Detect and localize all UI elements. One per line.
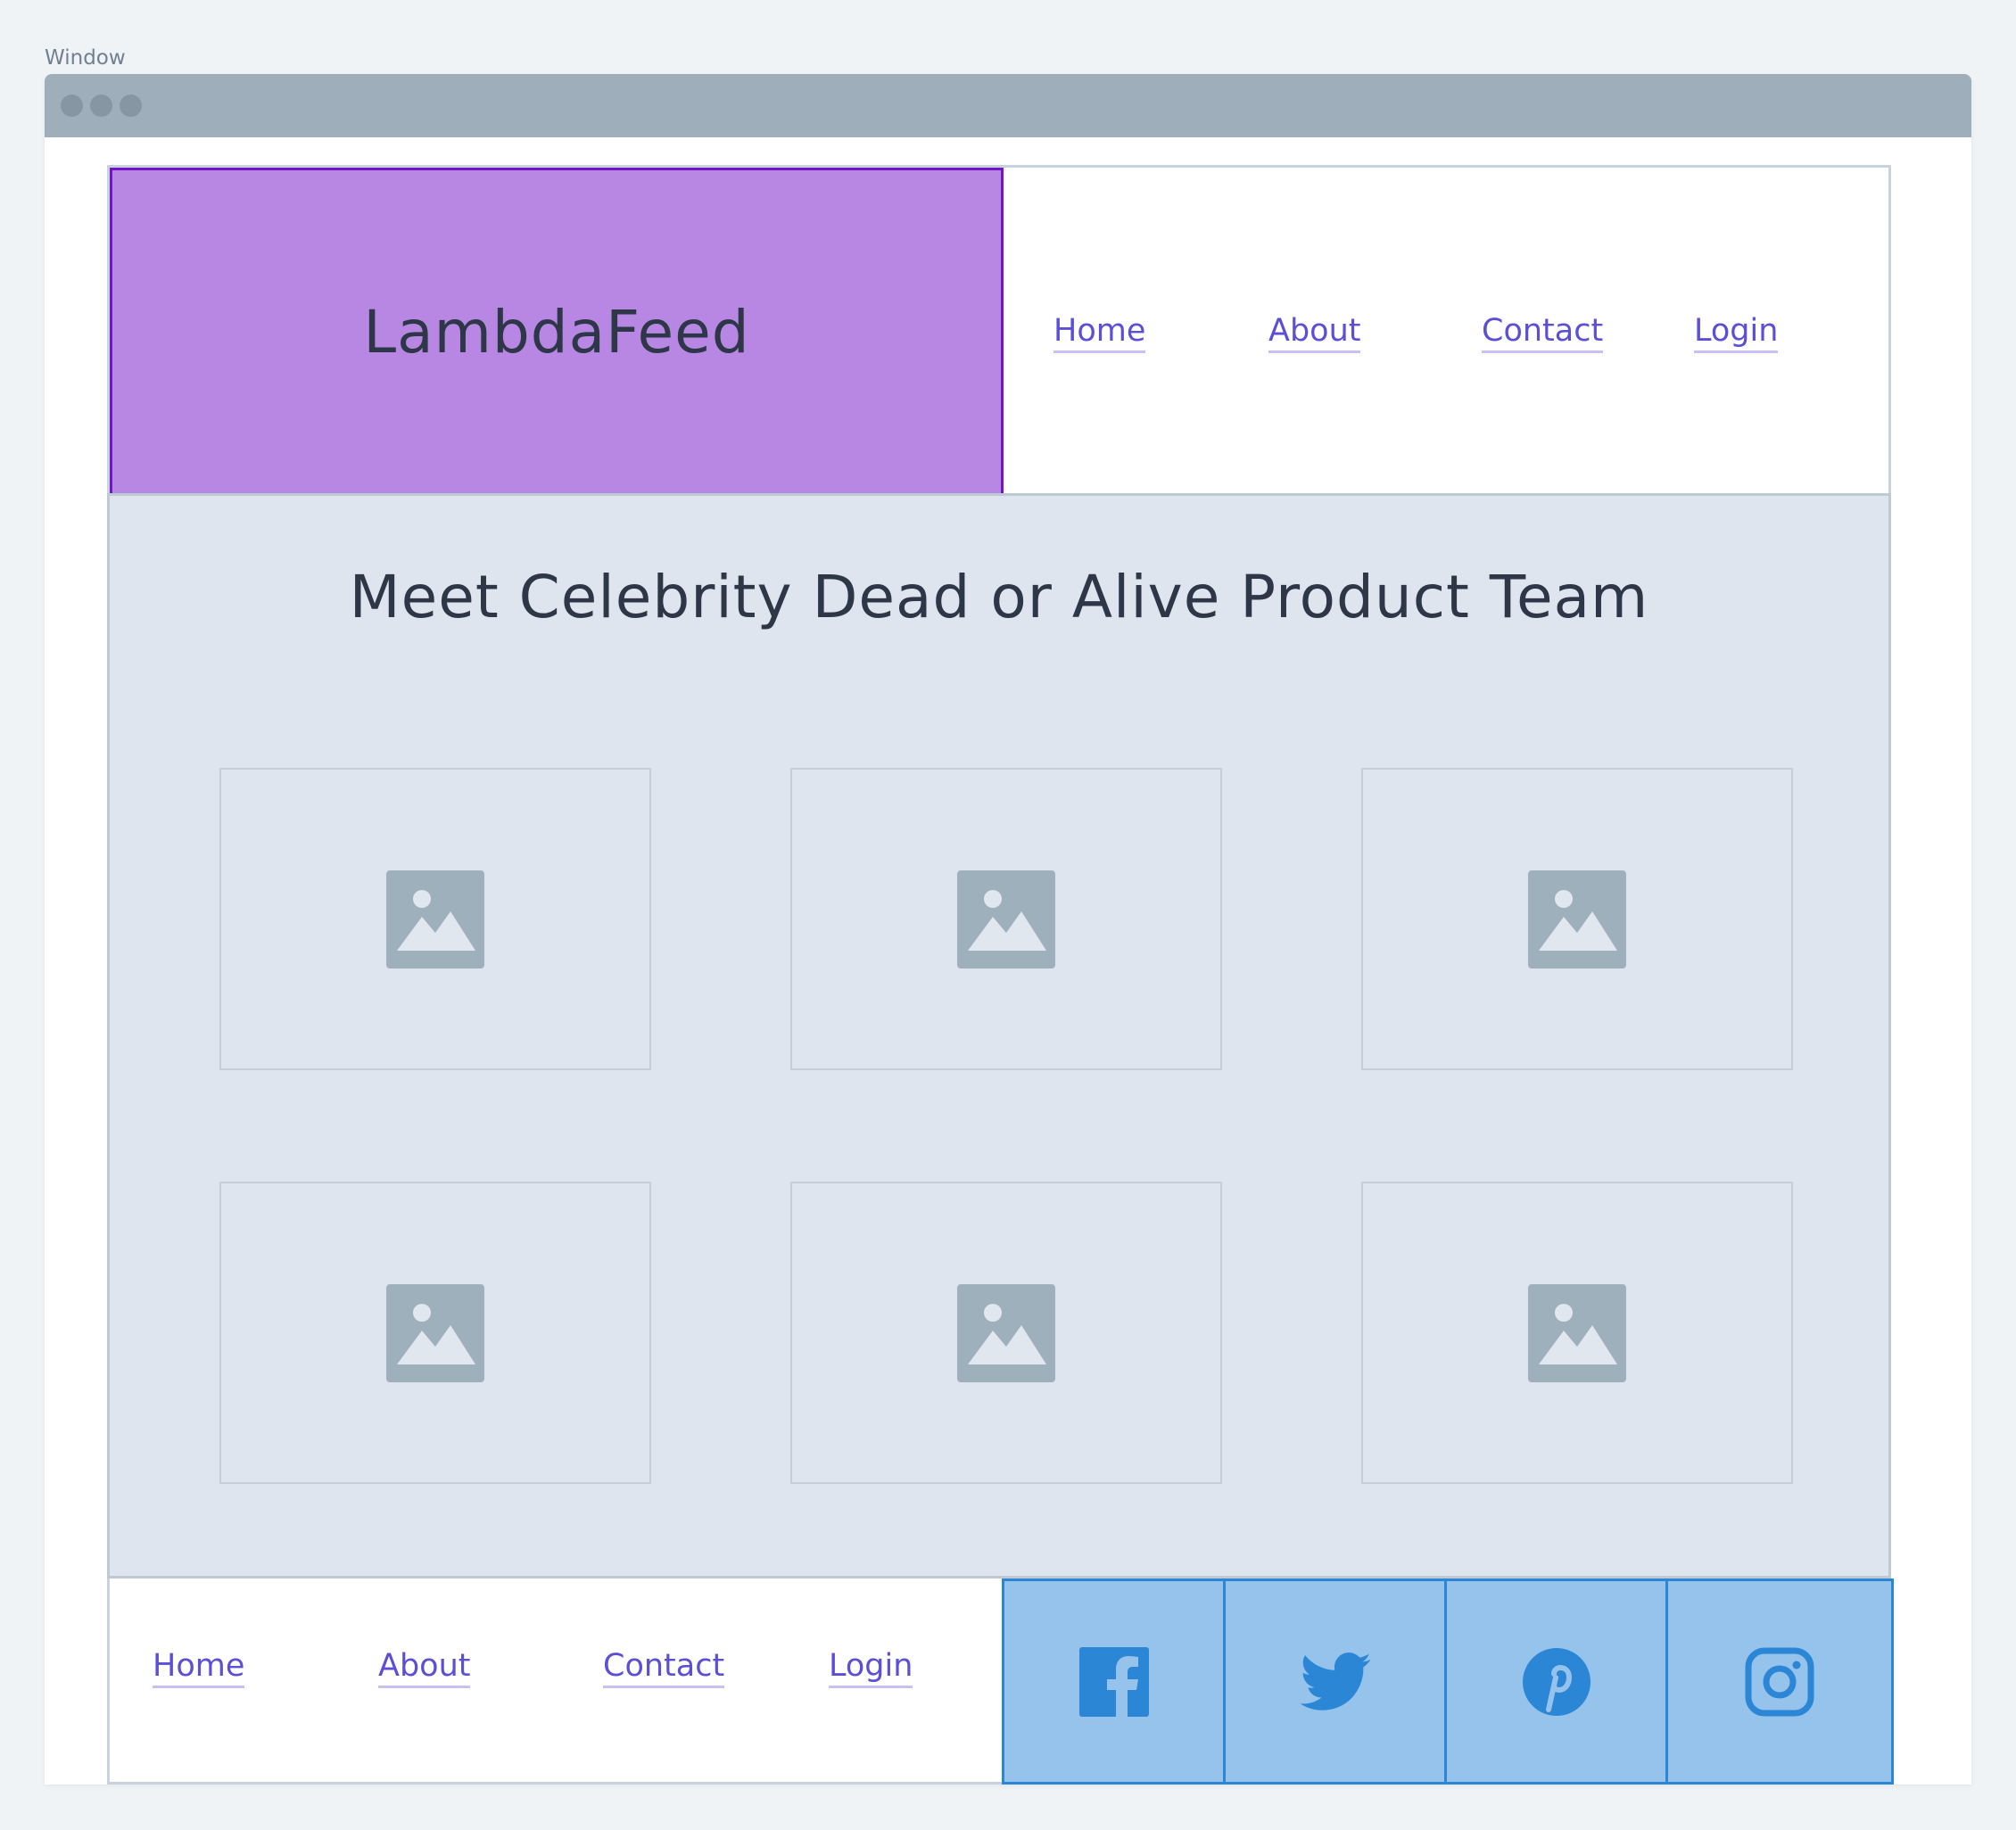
footer-nav-contact[interactable]: Contact bbox=[603, 1648, 725, 1689]
logo: LambdaFeed bbox=[363, 297, 750, 367]
instagram-button[interactable] bbox=[1665, 1579, 1894, 1785]
logo-box[interactable]: LambdaFeed bbox=[110, 168, 1004, 496]
team-image-5 bbox=[790, 1182, 1222, 1484]
image-placeholder-icon bbox=[386, 870, 484, 969]
image-placeholder-icon bbox=[386, 1283, 484, 1382]
header-nav-login[interactable]: Login bbox=[1694, 313, 1779, 354]
window-label: Window bbox=[45, 46, 126, 70]
window-minimize-dot[interactable] bbox=[90, 95, 112, 117]
twitter-icon bbox=[1299, 1652, 1371, 1710]
window-titlebar bbox=[45, 74, 1971, 137]
image-placeholder-icon bbox=[1528, 870, 1626, 969]
team-image-3 bbox=[1361, 768, 1793, 1070]
hero-section: Meet Celebrity Dead or Alive Product Tea… bbox=[107, 493, 1891, 1579]
window-close-dot[interactable] bbox=[61, 95, 83, 117]
team-image-6 bbox=[1361, 1182, 1793, 1484]
facebook-button[interactable] bbox=[1002, 1579, 1226, 1785]
header: LambdaFeed Home About Contact Login bbox=[107, 165, 1891, 496]
page: LambdaFeed Home About Contact Login Meet… bbox=[107, 165, 1894, 1785]
image-placeholder-icon bbox=[1528, 1283, 1626, 1382]
team-image-1 bbox=[219, 768, 651, 1070]
instagram-icon bbox=[1745, 1647, 1814, 1716]
image-placeholder-icon bbox=[957, 1283, 1055, 1382]
pinterest-button[interactable] bbox=[1444, 1579, 1668, 1785]
footer-nav-home[interactable]: Home bbox=[153, 1648, 245, 1689]
browser-window: LambdaFeed Home About Contact Login Meet… bbox=[45, 74, 1971, 1785]
team-image-2 bbox=[790, 768, 1222, 1070]
footer-nav-login[interactable]: Login bbox=[829, 1648, 913, 1689]
footer-nav-about[interactable]: About bbox=[378, 1648, 471, 1689]
header-nav-home[interactable]: Home bbox=[1053, 313, 1146, 354]
header-nav-about[interactable]: About bbox=[1268, 313, 1361, 354]
image-placeholder-icon bbox=[957, 870, 1055, 969]
pinterest-icon bbox=[1522, 1647, 1590, 1716]
hero-title: Meet Celebrity Dead or Alive Product Tea… bbox=[349, 563, 1649, 631]
facebook-icon bbox=[1078, 1646, 1149, 1717]
window-maximize-dot[interactable] bbox=[120, 95, 142, 117]
twitter-button[interactable] bbox=[1223, 1579, 1447, 1785]
team-image-4 bbox=[219, 1182, 651, 1484]
header-nav-contact[interactable]: Contact bbox=[1482, 313, 1604, 354]
footer: Home About Contact Login bbox=[107, 1579, 1894, 1785]
